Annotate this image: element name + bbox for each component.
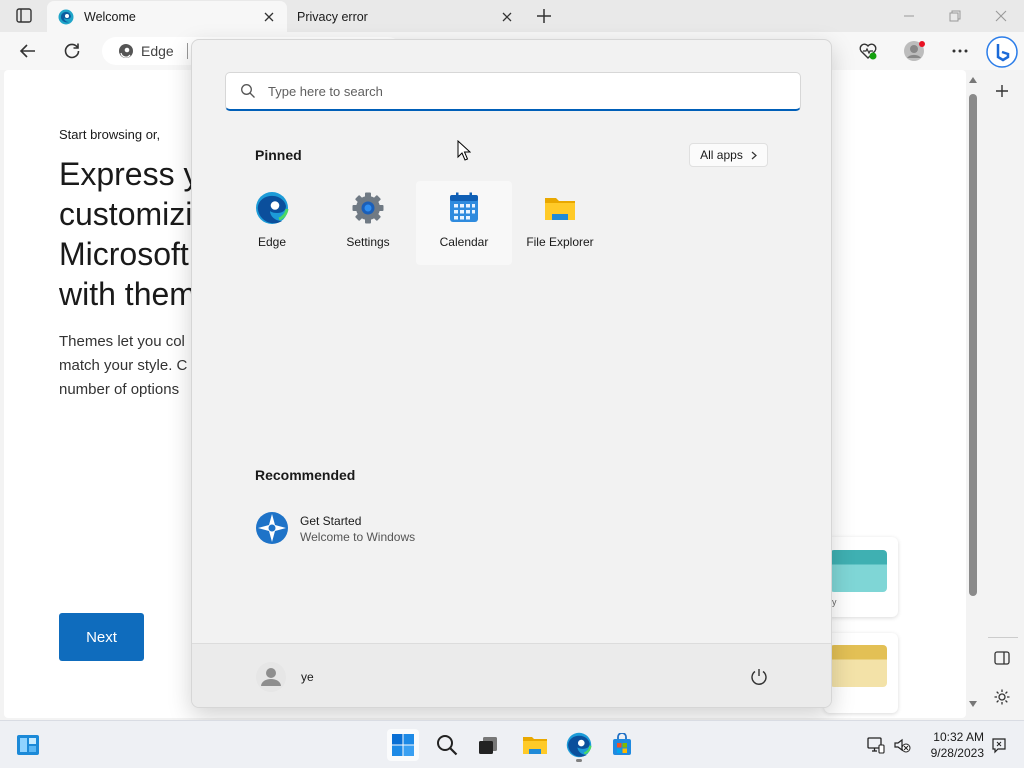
sidebar-divider	[988, 637, 1018, 638]
recommended-item-get-started[interactable]: Get Started Welcome to Windows	[255, 510, 555, 548]
pinned-app-label: File Explorer	[526, 235, 594, 249]
tab-welcome[interactable]: Welcome	[47, 1, 287, 32]
user-account-button[interactable]: ye	[255, 661, 314, 693]
new-tab-icon[interactable]	[535, 7, 553, 25]
page-scrollbar[interactable]	[966, 70, 980, 718]
scroll-thumb[interactable]	[969, 94, 977, 596]
minimize-icon[interactable]	[901, 8, 917, 24]
volume-muted-icon[interactable]	[893, 736, 911, 754]
pinned-app-edge[interactable]: Edge	[224, 181, 320, 265]
theme-card[interactable]: y	[824, 537, 898, 617]
avatar	[256, 662, 286, 692]
widgets-icon[interactable]	[12, 729, 44, 761]
clock-time: 10:32 AM	[933, 730, 984, 744]
all-apps-button[interactable]: All apps	[689, 143, 768, 167]
edge-icon	[256, 192, 289, 224]
taskbar-search-icon[interactable]	[431, 729, 463, 761]
search-icon	[241, 84, 255, 98]
scroll-down-icon[interactable]	[968, 700, 978, 708]
mouse-cursor-icon	[457, 140, 471, 161]
edge-sidebar	[985, 70, 1024, 718]
folder-icon	[545, 198, 575, 220]
task-view-icon[interactable]	[472, 729, 504, 761]
close-window-icon[interactable]	[993, 8, 1009, 24]
close-tab-icon[interactable]	[261, 9, 277, 25]
recommended-subtitle: Welcome to Windows	[300, 530, 416, 544]
clock-date: 9/28/2023	[930, 746, 984, 760]
microsoft-store-icon[interactable]	[606, 729, 638, 761]
windows-logo-icon	[392, 734, 414, 756]
start-button[interactable]	[387, 729, 419, 761]
user-name: ye	[301, 670, 314, 684]
browser-tab-bar: Welcome Privacy error	[0, 0, 1024, 32]
pinned-app-label: Calendar	[439, 235, 489, 249]
tab-title: Welcome	[84, 9, 136, 24]
pinned-app-label: Settings	[346, 235, 390, 249]
browser-essentials-icon[interactable]	[857, 40, 879, 62]
recommended-title: Get Started	[300, 514, 362, 528]
theme-card-label: y	[832, 597, 837, 607]
network-display-icon[interactable]	[867, 736, 885, 754]
pinned-heading: Pinned	[255, 147, 302, 163]
theme-card[interactable]	[824, 633, 898, 713]
edge-favicon-icon	[58, 9, 74, 24]
tab-privacy-error[interactable]: Privacy error	[289, 1, 525, 32]
add-sidebar-icon[interactable]	[994, 83, 1010, 99]
settings-gear-icon	[352, 192, 384, 224]
pinned-app-file-explorer[interactable]: File Explorer	[512, 181, 608, 265]
scroll-up-icon[interactable]	[968, 76, 978, 84]
search-input[interactable]	[268, 83, 800, 99]
calendar-icon	[450, 192, 478, 222]
edge-icon	[119, 44, 133, 58]
pinned-app-label: Edge	[257, 235, 287, 249]
taskbar-edge-icon[interactable]	[563, 729, 595, 762]
theme-swatch	[830, 645, 887, 687]
close-tab-icon[interactable]	[499, 9, 515, 25]
pinned-app-settings[interactable]: Settings	[320, 181, 416, 265]
clock[interactable]: 10:32 AM 9/28/2023	[918, 729, 984, 761]
next-button[interactable]: Next	[59, 613, 144, 661]
running-indicator	[576, 759, 582, 762]
chevron-right-icon	[751, 151, 757, 159]
theme-swatch	[830, 550, 887, 592]
tab-title: Privacy error	[297, 9, 368, 24]
taskbar: 10:32 AM 9/28/2023	[0, 720, 1024, 768]
recommended-heading: Recommended	[255, 467, 356, 483]
bing-copilot-icon[interactable]	[986, 36, 1018, 68]
power-icon[interactable]	[748, 666, 770, 688]
hide-sidebar-icon[interactable]	[993, 650, 1011, 666]
notification-center-icon[interactable]	[990, 736, 1008, 754]
address-divider	[186, 43, 188, 59]
pinned-app-calendar[interactable]: Calendar	[416, 181, 512, 265]
more-options-icon[interactable]	[949, 40, 971, 62]
settings-gear-icon[interactable]	[993, 688, 1011, 706]
tab-actions-icon[interactable]	[10, 6, 38, 26]
get-started-icon	[256, 512, 288, 544]
intro-text: Start browsing or,	[59, 127, 161, 142]
address-label: Edge	[141, 43, 174, 59]
start-search-box[interactable]	[225, 72, 801, 111]
restore-icon[interactable]	[947, 8, 963, 24]
taskbar-file-explorer-icon[interactable]	[519, 729, 551, 761]
profile-avatar-icon[interactable]	[903, 40, 925, 62]
start-menu: Pinned All apps Edge Settings Calendar F…	[191, 39, 832, 708]
all-apps-label: All apps	[700, 148, 743, 162]
back-arrow-icon[interactable]	[18, 41, 38, 61]
start-footer: ye	[192, 643, 831, 707]
refresh-icon[interactable]	[62, 41, 82, 61]
